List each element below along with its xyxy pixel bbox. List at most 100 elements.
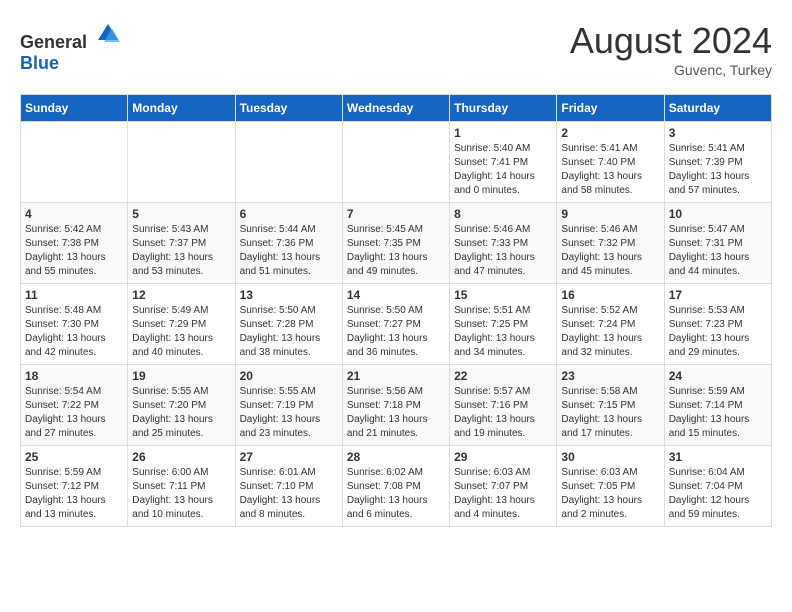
day-number: 1 xyxy=(454,126,552,140)
day-info: Sunrise: 6:03 AMSunset: 7:07 PMDaylight:… xyxy=(454,466,552,522)
day-info: Sunrise: 6:04 AMSunset: 7:04 PMDaylight:… xyxy=(669,466,767,522)
calendar-cell xyxy=(21,122,128,203)
calendar-week-1: 1 Sunrise: 5:40 AMSunset: 7:41 PMDaylight… xyxy=(21,122,772,203)
day-number: 21 xyxy=(347,369,445,383)
day-number: 27 xyxy=(240,450,338,464)
day-number: 18 xyxy=(25,369,123,383)
day-number: 22 xyxy=(454,369,552,383)
calendar-cell: 9 Sunrise: 5:46 AMSunset: 7:32 PMDaylight… xyxy=(557,203,664,284)
weekday-header-tuesday: Tuesday xyxy=(235,95,342,122)
calendar-cell: 1 Sunrise: 5:40 AMSunset: 7:41 PMDaylight… xyxy=(450,122,557,203)
weekday-header-row: SundayMondayTuesdayWednesdayThursdayFrid… xyxy=(21,95,772,122)
day-info: Sunrise: 5:55 AMSunset: 7:19 PMDaylight:… xyxy=(240,385,338,441)
day-info: Sunrise: 5:41 AMSunset: 7:39 PMDaylight:… xyxy=(669,142,767,198)
month-year: August 2024 xyxy=(570,20,772,62)
day-info: Sunrise: 5:47 AMSunset: 7:31 PMDaylight:… xyxy=(669,223,767,279)
calendar-cell: 18 Sunrise: 5:54 AMSunset: 7:22 PMDayligh… xyxy=(21,365,128,446)
day-number: 14 xyxy=(347,288,445,302)
weekday-header-monday: Monday xyxy=(128,95,235,122)
day-number: 20 xyxy=(240,369,338,383)
calendar-cell: 15 Sunrise: 5:51 AMSunset: 7:25 PMDayligh… xyxy=(450,284,557,365)
calendar-cell: 2 Sunrise: 5:41 AMSunset: 7:40 PMDaylight… xyxy=(557,122,664,203)
calendar-cell: 7 Sunrise: 5:45 AMSunset: 7:35 PMDaylight… xyxy=(342,203,449,284)
calendar-cell: 28 Sunrise: 6:02 AMSunset: 7:08 PMDayligh… xyxy=(342,446,449,527)
day-info: Sunrise: 5:58 AMSunset: 7:15 PMDaylight:… xyxy=(561,385,659,441)
logo-text: General Blue xyxy=(20,20,122,74)
weekday-header-friday: Friday xyxy=(557,95,664,122)
day-number: 25 xyxy=(25,450,123,464)
day-info: Sunrise: 6:01 AMSunset: 7:10 PMDaylight:… xyxy=(240,466,338,522)
day-number: 17 xyxy=(669,288,767,302)
calendar-cell xyxy=(235,122,342,203)
calendar-cell: 13Sunrise: 5:50 AMSunset: 7:28 PMDayligh… xyxy=(235,284,342,365)
day-number: 7 xyxy=(347,207,445,221)
day-number: 30 xyxy=(561,450,659,464)
calendar-cell: 23 Sunrise: 5:58 AMSunset: 7:15 PMDayligh… xyxy=(557,365,664,446)
day-number: 31 xyxy=(669,450,767,464)
day-number: 4 xyxy=(25,207,123,221)
calendar-cell: 19 Sunrise: 5:55 AMSunset: 7:20 PMDayligh… xyxy=(128,365,235,446)
day-number: 13 xyxy=(240,288,338,302)
day-info: Sunrise: 5:46 AMSunset: 7:33 PMDaylight:… xyxy=(454,223,552,279)
calendar-cell: 3Sunrise: 5:41 AMSunset: 7:39 PMDaylight… xyxy=(664,122,771,203)
calendar-table: SundayMondayTuesdayWednesdayThursdayFrid… xyxy=(20,94,772,527)
day-number: 28 xyxy=(347,450,445,464)
calendar-cell: 16Sunrise: 5:52 AMSunset: 7:24 PMDayligh… xyxy=(557,284,664,365)
weekday-header-thursday: Thursday xyxy=(450,95,557,122)
calendar-week-3: 11 Sunrise: 5:48 AMSunset: 7:30 PMDayligh… xyxy=(21,284,772,365)
day-info: Sunrise: 5:49 AMSunset: 7:29 PMDaylight:… xyxy=(132,304,230,360)
day-info: Sunrise: 6:02 AMSunset: 7:08 PMDaylight:… xyxy=(347,466,445,522)
day-number: 15 xyxy=(454,288,552,302)
day-info: Sunrise: 5:50 AMSunset: 7:27 PMDaylight:… xyxy=(347,304,445,360)
page-header: General Blue August 2024 Guvenc, Turkey xyxy=(20,20,772,78)
day-info: Sunrise: 6:03 AMSunset: 7:05 PMDaylight:… xyxy=(561,466,659,522)
calendar-cell xyxy=(128,122,235,203)
calendar-cell: 12Sunrise: 5:49 AMSunset: 7:29 PMDayligh… xyxy=(128,284,235,365)
calendar-cell: 4 Sunrise: 5:42 AMSunset: 7:38 PMDaylight… xyxy=(21,203,128,284)
day-info: Sunrise: 5:52 AMSunset: 7:24 PMDaylight:… xyxy=(561,304,659,360)
calendar-cell xyxy=(342,122,449,203)
day-number: 26 xyxy=(132,450,230,464)
day-info: Sunrise: 5:51 AMSunset: 7:25 PMDaylight:… xyxy=(454,304,552,360)
calendar-cell: 24Sunrise: 5:59 AMSunset: 7:14 PMDayligh… xyxy=(664,365,771,446)
calendar-week-4: 18 Sunrise: 5:54 AMSunset: 7:22 PMDayligh… xyxy=(21,365,772,446)
day-info: Sunrise: 5:55 AMSunset: 7:20 PMDaylight:… xyxy=(132,385,230,441)
calendar-cell: 30 Sunrise: 6:03 AMSunset: 7:05 PMDayligh… xyxy=(557,446,664,527)
day-number: 9 xyxy=(561,207,659,221)
day-number: 19 xyxy=(132,369,230,383)
calendar-cell: 26 Sunrise: 6:00 AMSunset: 7:11 PMDayligh… xyxy=(128,446,235,527)
logo-general: General xyxy=(20,32,87,52)
day-info: Sunrise: 5:56 AMSunset: 7:18 PMDaylight:… xyxy=(347,385,445,441)
calendar-cell: 5Sunrise: 5:43 AMSunset: 7:37 PMDaylight… xyxy=(128,203,235,284)
calendar-cell: 29 Sunrise: 6:03 AMSunset: 7:07 PMDayligh… xyxy=(450,446,557,527)
day-number: 8 xyxy=(454,207,552,221)
calendar-cell: 20 Sunrise: 5:55 AMSunset: 7:19 PMDayligh… xyxy=(235,365,342,446)
calendar-week-2: 4 Sunrise: 5:42 AMSunset: 7:38 PMDaylight… xyxy=(21,203,772,284)
day-info: Sunrise: 5:53 AMSunset: 7:23 PMDaylight:… xyxy=(669,304,767,360)
calendar-cell: 25Sunrise: 5:59 AMSunset: 7:12 PMDayligh… xyxy=(21,446,128,527)
day-info: Sunrise: 6:00 AMSunset: 7:11 PMDaylight:… xyxy=(132,466,230,522)
day-info: Sunrise: 5:45 AMSunset: 7:35 PMDaylight:… xyxy=(347,223,445,279)
weekday-header-sunday: Sunday xyxy=(21,95,128,122)
title-block: August 2024 Guvenc, Turkey xyxy=(570,20,772,78)
day-info: Sunrise: 5:54 AMSunset: 7:22 PMDaylight:… xyxy=(25,385,123,441)
day-number: 10 xyxy=(669,207,767,221)
weekday-header-saturday: Saturday xyxy=(664,95,771,122)
day-info: Sunrise: 5:40 AMSunset: 7:41 PMDaylight:… xyxy=(454,142,552,198)
day-number: 11 xyxy=(25,288,123,302)
day-info: Sunrise: 5:48 AMSunset: 7:30 PMDaylight:… xyxy=(25,304,123,360)
calendar-cell: 27 Sunrise: 6:01 AMSunset: 7:10 PMDayligh… xyxy=(235,446,342,527)
day-number: 23 xyxy=(561,369,659,383)
day-info: Sunrise: 5:46 AMSunset: 7:32 PMDaylight:… xyxy=(561,223,659,279)
day-number: 24 xyxy=(669,369,767,383)
day-number: 2 xyxy=(561,126,659,140)
day-info: Sunrise: 5:57 AMSunset: 7:16 PMDaylight:… xyxy=(454,385,552,441)
calendar-cell: 17 Sunrise: 5:53 AMSunset: 7:23 PMDayligh… xyxy=(664,284,771,365)
calendar-cell: 11 Sunrise: 5:48 AMSunset: 7:30 PMDayligh… xyxy=(21,284,128,365)
day-info: Sunrise: 5:42 AMSunset: 7:38 PMDaylight:… xyxy=(25,223,123,279)
weekday-header-wednesday: Wednesday xyxy=(342,95,449,122)
day-info: Sunrise: 5:41 AMSunset: 7:40 PMDaylight:… xyxy=(561,142,659,198)
day-number: 29 xyxy=(454,450,552,464)
day-number: 6 xyxy=(240,207,338,221)
calendar-cell: 8 Sunrise: 5:46 AMSunset: 7:33 PMDaylight… xyxy=(450,203,557,284)
